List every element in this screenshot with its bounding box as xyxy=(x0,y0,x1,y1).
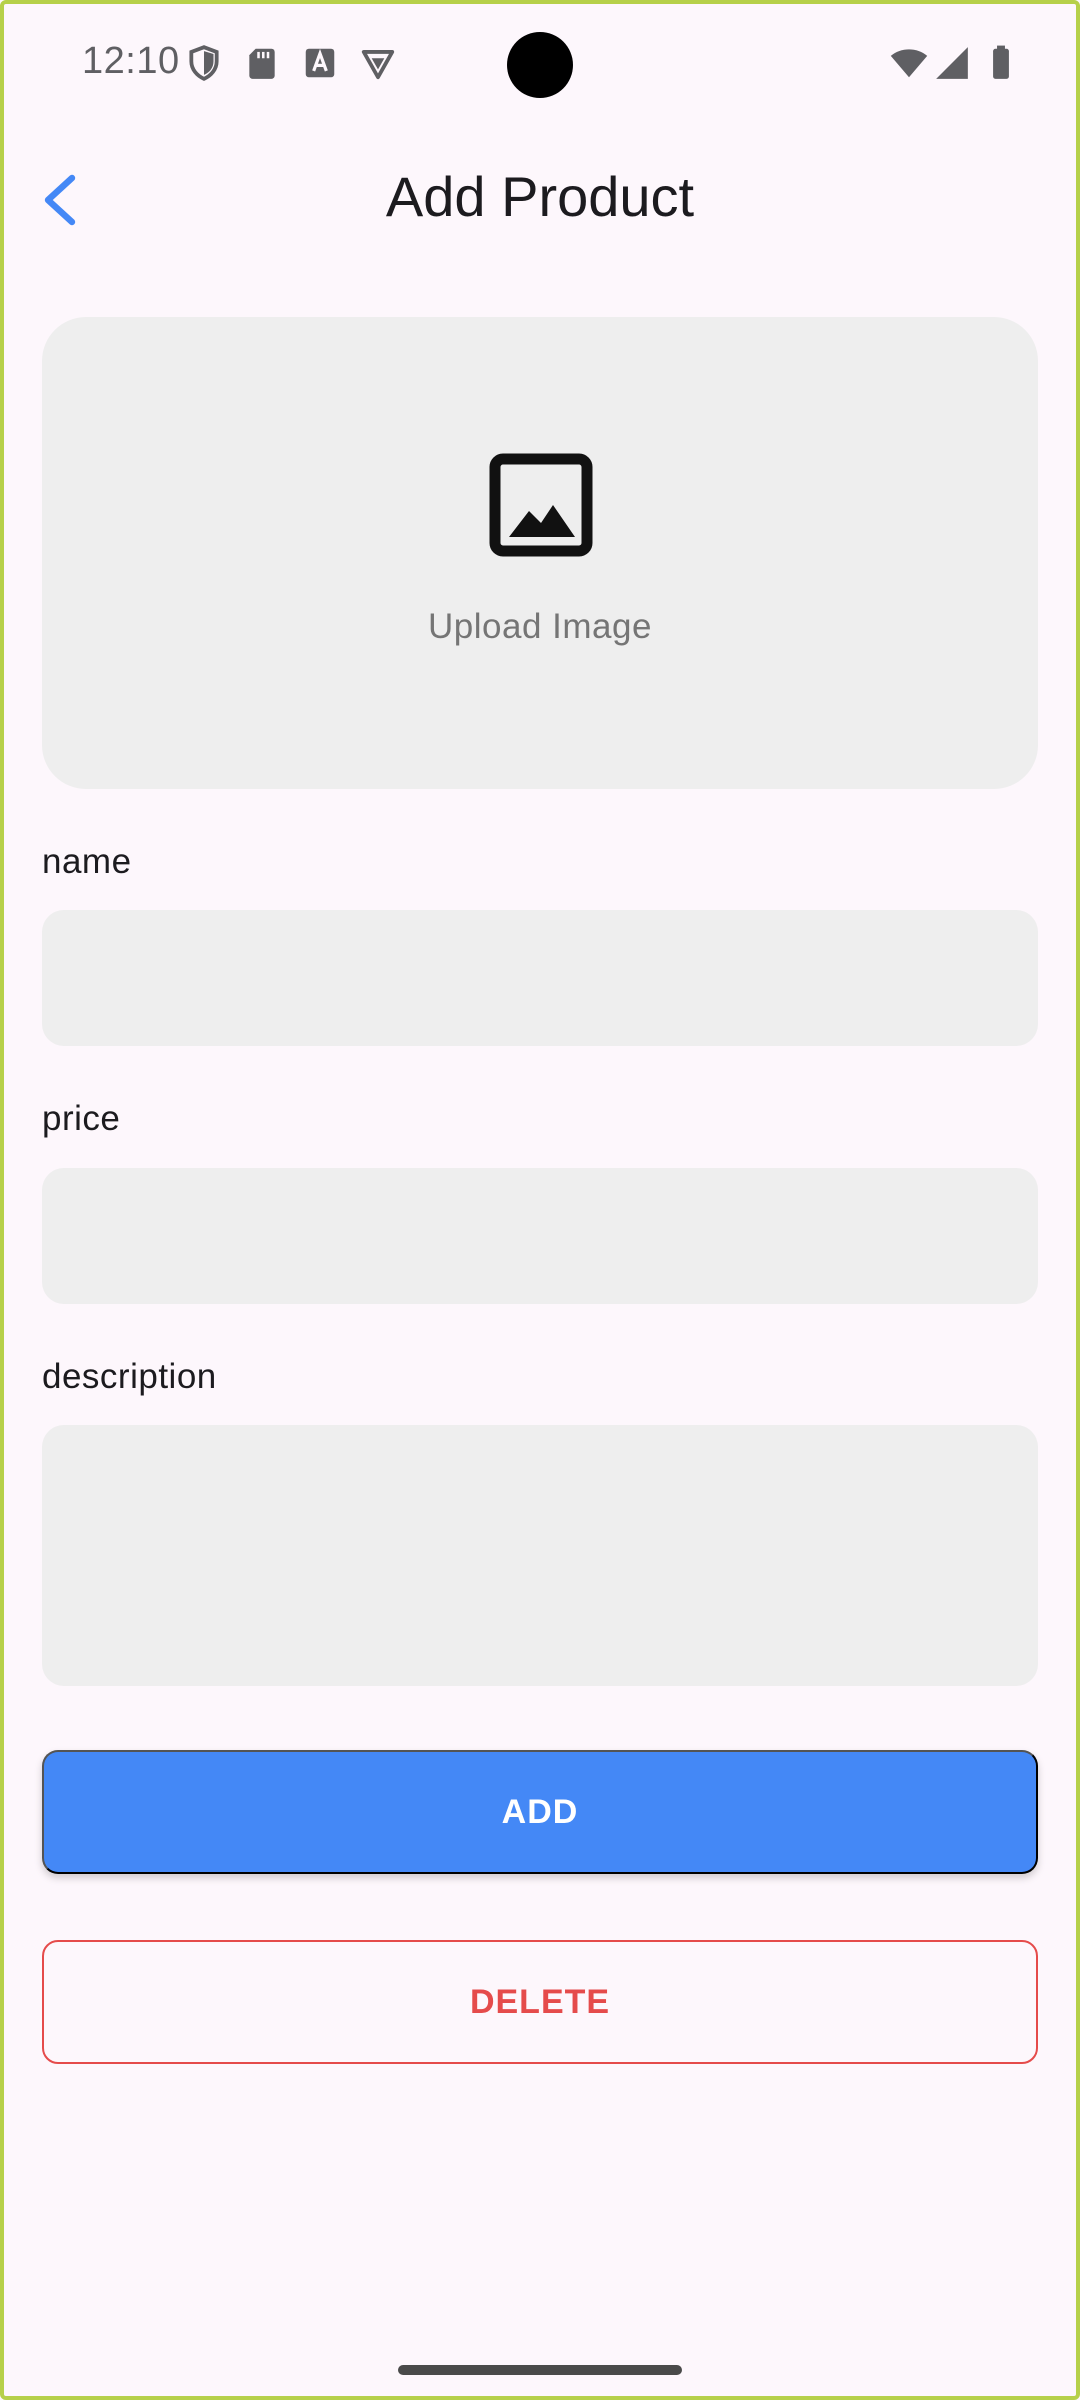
wifi-icon xyxy=(890,49,928,78)
vpn-icon xyxy=(361,50,395,80)
sd-card-icon xyxy=(249,48,275,79)
add-button[interactable]: ADD xyxy=(42,1750,1038,1874)
name-label: name xyxy=(42,842,132,881)
description-field[interactable] xyxy=(42,1425,1038,1686)
delete-button[interactable]: DELETE xyxy=(42,1940,1038,2064)
home-indicator[interactable] xyxy=(398,2365,682,2375)
page-title: Add Product xyxy=(385,165,695,228)
status-time: 12:10 xyxy=(82,40,180,82)
name-field[interactable] xyxy=(42,910,1038,1046)
price-field[interactable] xyxy=(42,1168,1038,1304)
camera-cutout xyxy=(507,32,573,98)
upload-image-label: Upload Image xyxy=(428,607,652,646)
description-label: description xyxy=(42,1357,217,1396)
shield-icon xyxy=(189,45,219,81)
price-label: price xyxy=(42,1099,121,1138)
font-download-icon xyxy=(305,48,335,78)
upload-image-area[interactable]: Upload Image xyxy=(42,317,1038,789)
image-icon xyxy=(489,453,593,557)
battery-icon xyxy=(993,45,1009,79)
status-bar: 12:10 xyxy=(0,0,1080,130)
cellular-signal-icon xyxy=(936,47,968,79)
